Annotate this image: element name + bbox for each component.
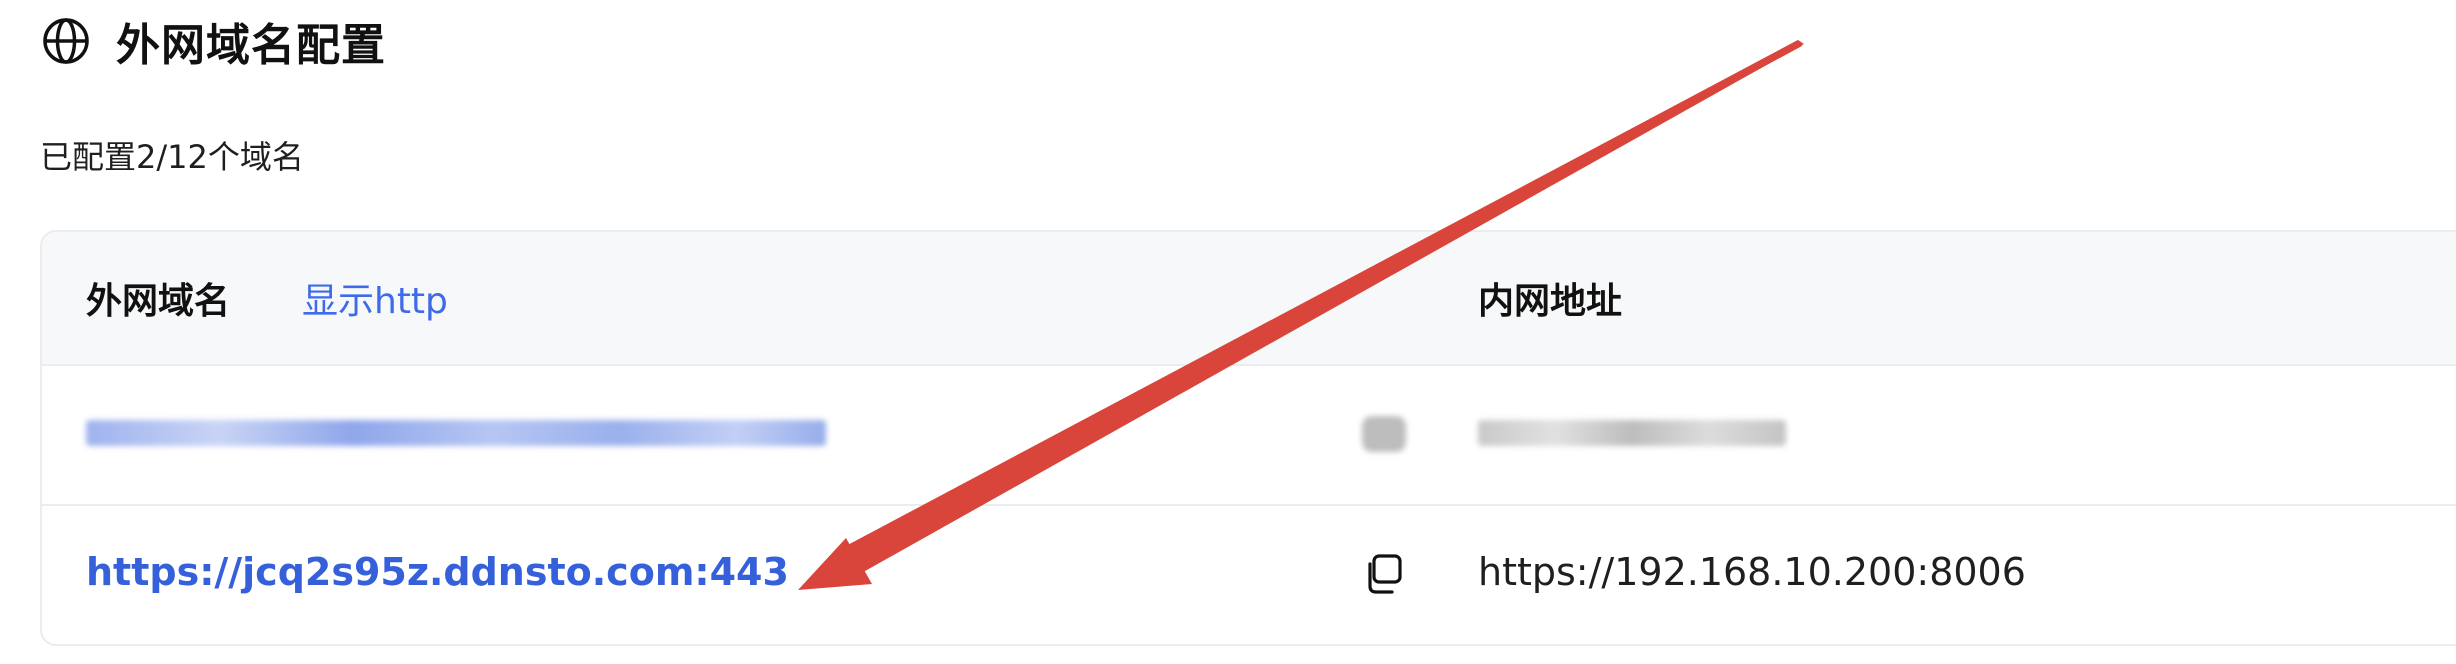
table-row: [42, 366, 2456, 506]
copy-icon[interactable]: [1360, 550, 1408, 598]
external-domain-link[interactable]: https://jcq2s95z.ddnsto.com:443: [86, 550, 789, 594]
column-header-internal-address: 内网地址: [1478, 281, 1623, 322]
internal-address: https://192.168.10.200:8006: [1478, 550, 2026, 594]
page-title: 外网域名配置: [116, 20, 386, 71]
section-header: 外网域名配置: [40, 10, 386, 72]
column-header-external-domain: 外网域名: [86, 281, 231, 322]
redacted-internal-address: [1478, 418, 1786, 448]
table-header: 外网域名 显示http 内网地址: [42, 232, 2456, 366]
show-http-toggle[interactable]: 显示http: [302, 272, 448, 324]
redacted-domain-link[interactable]: [86, 418, 826, 448]
domain-table: 外网域名 显示http 内网地址 https://jcq2s95z.ddnsto…: [40, 230, 2456, 646]
table-row: https://jcq2s95z.ddnsto.com:443 https://…: [42, 506, 2456, 644]
globe-icon: [43, 18, 89, 64]
redacted-copy-icon[interactable]: [1360, 410, 1408, 458]
domain-config-page: 外网域名配置 已配置2/12个域名 外网域名 显示http 内网地址 https…: [0, 0, 2456, 664]
domain-count-summary: 已配置2/12个域名: [40, 138, 304, 176]
